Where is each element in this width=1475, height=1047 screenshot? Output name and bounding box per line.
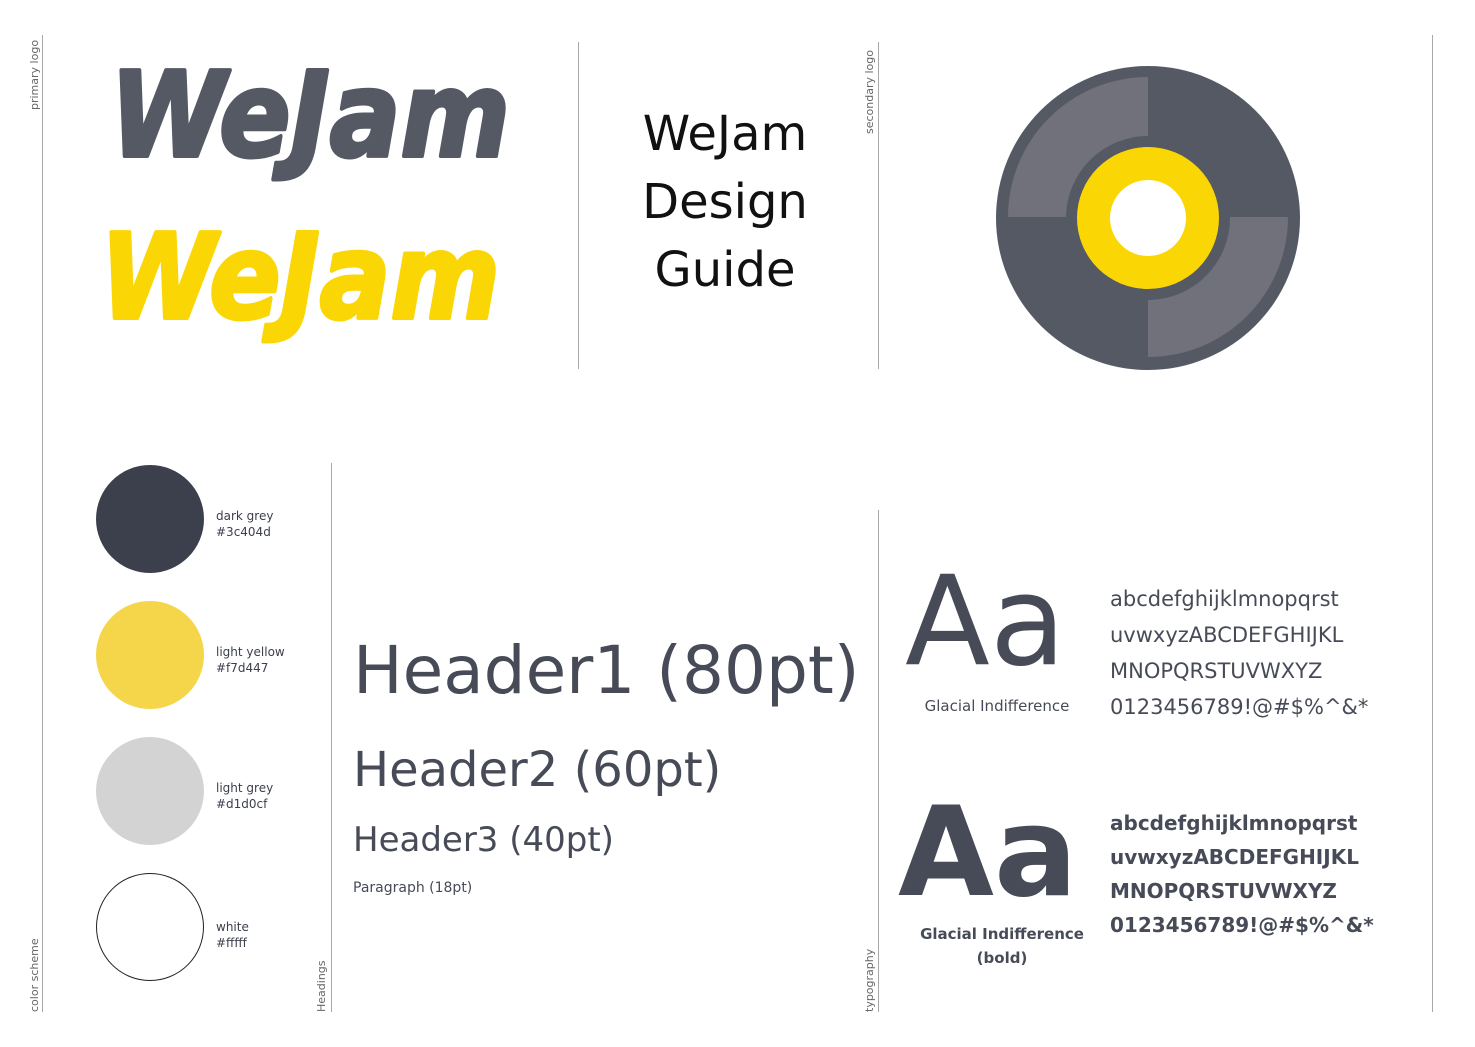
title-line-2: Design: [642, 174, 808, 230]
font-name-regular: Glacial Indifference: [924, 697, 1070, 715]
paragraph-sample: Paragraph (18pt): [353, 880, 473, 896]
color-hex: #d1d0cf: [216, 797, 268, 811]
swatch-label-light-grey: light grey #d1d0cf: [216, 780, 273, 812]
font-name-bold-line-1: Glacial Indifference: [920, 925, 1084, 943]
secondary-logo: [996, 66, 1300, 370]
divider-colors-headings: [331, 463, 332, 1012]
title-line-1: WeJam: [642, 106, 808, 162]
charset-line: uvwxyzABCDEFGHIJKL: [1110, 623, 1344, 647]
swatch-white: [96, 873, 204, 981]
swatch-light-yellow: [96, 601, 204, 709]
charset-bold: abcdefghijklmnopqrst uvwxyzABCDEFGHIJKL …: [1110, 806, 1374, 942]
page-title: WeJam Design Guide: [590, 100, 860, 304]
color-hex: #f7d447: [216, 661, 269, 675]
font-name-bold: Glacial Indifference (bold): [897, 922, 1107, 970]
charset-line: MNOPQRSTUVWXYZ: [1110, 659, 1323, 683]
heading-2-sample: Header2 (60pt): [353, 742, 722, 798]
label-headings: Headings: [315, 960, 328, 1012]
typeface-sample-regular: Aa: [905, 550, 1066, 694]
charset-line: uvwxyzABCDEFGHIJKL: [1110, 845, 1359, 869]
primary-logo-dark-text: WeJam: [110, 46, 510, 184]
heading-3-sample: Header3 (40pt): [353, 820, 614, 860]
color-name: light grey: [216, 781, 274, 795]
charset-line: abcdefghijklmnopqrst: [1110, 587, 1339, 611]
color-name: white: [216, 920, 249, 934]
swatch-label-dark-grey: dark grey #3c404d: [216, 508, 273, 540]
primary-logo-yellow-text: WeJam: [100, 208, 500, 346]
charset-regular: abcdefghijklmnopqrst uvwxyzABCDEFGHIJKL …: [1110, 581, 1368, 725]
divider-title-secondary: [878, 42, 879, 369]
label-typography: typography: [863, 948, 876, 1012]
charset-line: MNOPQRSTUVWXYZ: [1110, 879, 1337, 903]
title-line-3: Guide: [654, 242, 796, 298]
swatch-label-white: white #fffff: [216, 919, 249, 951]
color-hex: #fffff: [216, 936, 247, 950]
charset-line: 0123456789!@#$%^&*: [1110, 913, 1374, 937]
heading-1-sample: Header1 (80pt): [353, 632, 860, 709]
divider-headings-typography: [878, 510, 879, 1012]
swatch-label-light-yellow: light yellow #f7d447: [216, 644, 285, 676]
color-hex: #3c404d: [216, 525, 271, 539]
divider-logo-title: [578, 42, 579, 369]
label-primary-logo: primary logo: [28, 39, 41, 110]
label-secondary-logo: secondary logo: [863, 50, 876, 134]
swatch-dark-grey: [96, 465, 204, 573]
color-name: dark grey: [216, 509, 274, 523]
primary-logo-dark: WeJam: [108, 44, 512, 186]
font-name-bold-line-2: (bold): [976, 949, 1028, 967]
color-name: light yellow: [216, 645, 285, 659]
divider-left: [42, 35, 43, 1012]
charset-line: 0123456789!@#$%^&*: [1110, 695, 1369, 719]
charset-line: abcdefghijklmnopqrst: [1110, 811, 1358, 835]
typeface-sample-bold: Aa: [898, 781, 1078, 925]
divider-right: [1432, 35, 1433, 1012]
label-color-scheme: color scheme: [28, 938, 41, 1012]
swatch-light-grey: [96, 737, 204, 845]
primary-logo-yellow: WeJam: [98, 206, 502, 348]
secondary-logo-center: [1110, 180, 1186, 256]
